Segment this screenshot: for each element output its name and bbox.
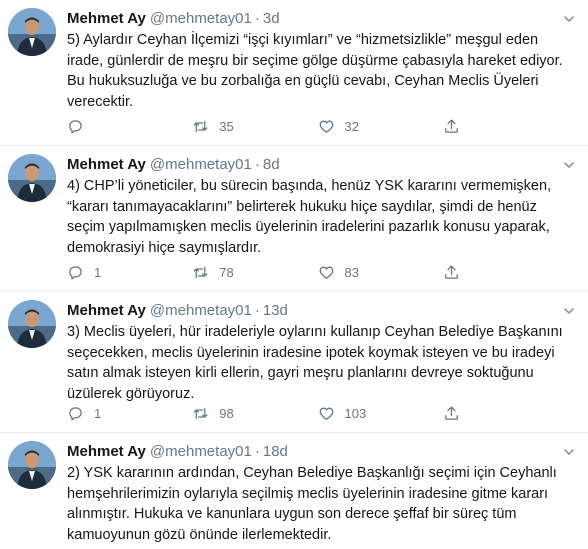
tweet-header: Mehmet Ay @mehmetay01 · 18d [67,442,578,461]
reply-button[interactable]: 1 [67,405,192,422]
reply-button[interactable]: 1 [67,264,192,281]
avatar[interactable] [8,154,56,202]
like-count: 32 [344,118,359,134]
author-name[interactable]: Mehmet Ay [67,302,146,319]
heart-icon [319,407,333,420]
timestamp[interactable]: 3d [263,10,280,27]
tweet-actions: 1 98 103 [67,403,568,423]
timeline: Mehmet Ay @mehmetay01 · 3d 5) Aylardır Ceyh… [0,0,588,549]
tweet[interactable]: Mehmet Ay @mehmetay01 · 13d 3) Meclis üyele… [0,292,588,433]
like-count: 83 [344,264,359,280]
separator: · [254,443,260,460]
tweet-actions: 35 32 [67,116,568,136]
like-button[interactable]: 83 [318,264,443,281]
tweet[interactable]: Mehmet Ay @mehmetay01 · 3d 5) Aylardır Ceyh… [0,0,588,146]
avatar[interactable] [8,441,56,489]
retweet-icon [193,120,208,132]
retweet-count: 78 [219,264,234,280]
tweet-text: 4) CHP’li yöneticiler, bu sürecin başınd… [67,178,552,256]
like-count: 103 [344,405,367,421]
tweet-header: Mehmet Ay @mehmetay01 · 13d [67,301,578,320]
timestamp[interactable]: 8d [263,156,280,173]
share-icon [444,118,458,133]
heart-icon [319,120,333,133]
share-button[interactable] [443,118,568,135]
retweet-icon [193,407,208,419]
avatar[interactable] [8,300,56,348]
tweet[interactable]: Mehmet Ay @mehmetay01 · 8d 4) CHP’li yöneti… [0,146,588,292]
chevron-down-icon[interactable] [562,12,576,26]
tweet[interactable]: Mehmet Ay @mehmetay01 · 18d 2) YSK kararını… [0,433,588,549]
author-name[interactable]: Mehmet Ay [67,156,146,173]
like-button[interactable]: 32 [318,118,443,135]
share-button[interactable] [443,264,568,281]
retweet-button[interactable]: 78 [192,264,317,281]
tweet-text: 5) Aylardır Ceyhan İlçemizi “işçi kıyıml… [67,32,563,110]
share-icon [444,264,458,279]
separator: · [254,10,260,27]
chevron-down-icon[interactable] [562,445,576,459]
share-icon [444,405,458,420]
chevron-down-icon[interactable] [562,304,576,318]
retweet-button[interactable]: 98 [192,405,317,422]
tweet-actions: 1 78 83 [67,262,568,282]
tweet-text: 3) Meclis üyeleri, hür iradeleriyle oyla… [67,324,563,402]
reply-count: 1 [94,264,102,280]
heart-icon [319,266,333,279]
author-handle[interactable]: @mehmetay01 [150,10,252,27]
author-handle[interactable]: @mehmetay01 [150,443,252,460]
timestamp[interactable]: 13d [263,302,288,319]
reply-count: 1 [94,405,102,421]
author-handle[interactable]: @mehmetay01 [150,302,252,319]
share-button[interactable] [443,405,568,422]
retweet-count: 98 [219,405,234,421]
avatar[interactable] [8,8,56,56]
retweet-button[interactable]: 35 [192,118,317,135]
like-button[interactable]: 103 [318,405,443,422]
separator: · [254,156,260,173]
chevron-down-icon[interactable] [562,158,576,172]
timestamp[interactable]: 18d [263,443,288,460]
retweet-icon [193,266,208,278]
separator: · [254,302,260,319]
tweet-header: Mehmet Ay @mehmetay01 · 3d [67,9,578,28]
tweet-text: 2) YSK kararının ardından, Ceyhan Beledi… [67,465,557,543]
reply-button[interactable] [67,118,192,135]
tweet-header: Mehmet Ay @mehmetay01 · 8d [67,155,578,174]
reply-icon [69,406,82,421]
author-handle[interactable]: @mehmetay01 [150,156,252,173]
reply-icon [69,265,82,280]
retweet-count: 35 [219,118,234,134]
reply-icon [69,119,82,134]
author-name[interactable]: Mehmet Ay [67,10,146,27]
author-name[interactable]: Mehmet Ay [67,443,146,460]
